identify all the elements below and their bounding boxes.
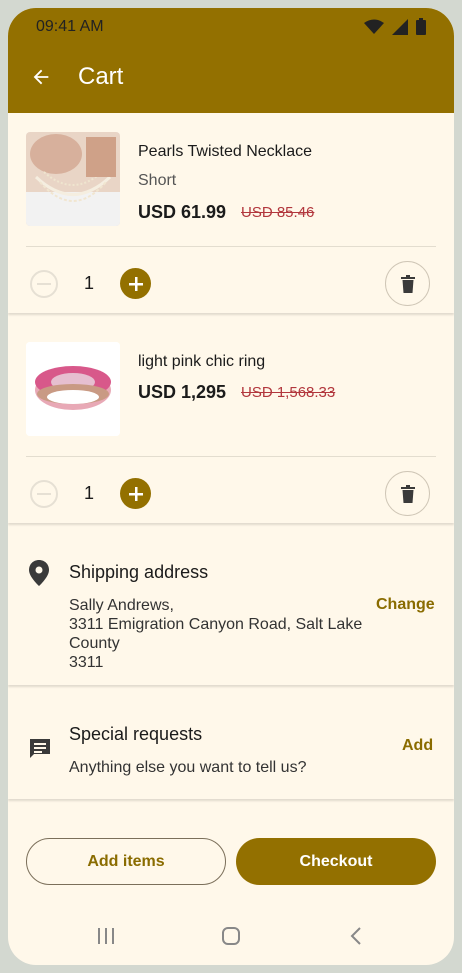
checkout-button[interactable]: Checkout (236, 838, 436, 885)
special-requests-subtitle: Anything else you want to tell us? (69, 759, 307, 776)
special-requests-title: Special requests (69, 724, 203, 744)
product-variant: Short (138, 172, 177, 189)
page-title: Cart (78, 63, 124, 90)
location-pin-icon (29, 560, 49, 586)
status-time: 09:41 AM (36, 18, 104, 35)
product-original-price: USD 1,568.33 (241, 384, 336, 401)
product-price: USD 1,295 (138, 382, 227, 402)
home-icon[interactable] (221, 926, 241, 946)
signal-icon (392, 18, 408, 35)
zip-code: 3311 (69, 654, 104, 671)
increase-quantity-button[interactable] (120, 268, 151, 299)
back-arrow-icon (33, 69, 49, 85)
trash-icon (400, 484, 415, 503)
product-original-price: USD 85.46 (241, 204, 315, 221)
cart-item-card: light pink chic ring USD 1,295 USD 1,568… (8, 323, 454, 523)
wifi-icon (364, 19, 384, 34)
app-bar: 09:41 AM Cart (8, 8, 454, 113)
plus-icon (128, 486, 143, 501)
product-name: light pink chic ring (138, 353, 266, 370)
plus-icon (128, 276, 143, 291)
increase-quantity-button[interactable] (120, 478, 151, 509)
recipient-name: Sally Andrews, (69, 597, 174, 614)
phone-screen: 09:41 AM Cart Pearls Twisted Necklace Sh… (8, 8, 454, 965)
decrease-quantity-button[interactable] (30, 480, 58, 508)
shipping-address-card: Shipping address Sally Andrews, 3311 Emi… (8, 533, 454, 685)
divider (26, 456, 436, 457)
recents-icon[interactable] (96, 926, 116, 946)
product-image (26, 342, 120, 436)
shipping-title: Shipping address (69, 562, 209, 582)
chat-icon (30, 739, 50, 758)
product-image (26, 132, 120, 226)
battery-icon (416, 18, 426, 35)
minus-icon (37, 493, 51, 495)
delete-item-button[interactable] (385, 261, 430, 306)
quantity-value: 1 (84, 483, 95, 503)
delete-item-button[interactable] (385, 471, 430, 516)
street-address: 3311 Emigration Canyon Road, Salt Lake C… (69, 616, 363, 652)
change-address-link[interactable]: Change (376, 596, 435, 614)
trash-icon (400, 274, 415, 293)
special-requests-card: Special requests Anything else you want … (8, 697, 454, 799)
add-items-button[interactable]: Add items (26, 838, 226, 885)
back-button[interactable] (26, 62, 56, 92)
status-icons (364, 18, 426, 35)
add-request-link[interactable]: Add (402, 737, 433, 755)
quantity-value: 1 (84, 273, 95, 293)
back-icon[interactable] (348, 926, 364, 946)
system-nav-bar (8, 908, 454, 965)
cart-item-card: Pearls Twisted Necklace Short USD 61.99 … (8, 113, 454, 313)
necklace-photo (26, 132, 120, 226)
minus-icon (37, 283, 51, 285)
product-name: Pearls Twisted Necklace (138, 143, 312, 160)
divider (26, 246, 436, 247)
ring-photo (26, 342, 120, 436)
decrease-quantity-button[interactable] (30, 270, 58, 298)
product-price: USD 61.99 (138, 202, 227, 222)
